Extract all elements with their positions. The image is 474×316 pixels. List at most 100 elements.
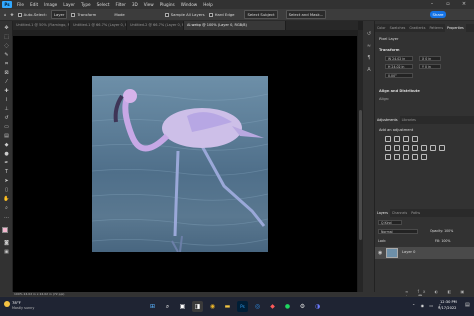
scrollbar-thumb[interactable] (359, 110, 362, 240)
zoom-tool-icon[interactable]: ⌕ (3, 205, 10, 211)
windows-start-icon[interactable]: ⊞ (147, 301, 158, 312)
crop-tool-icon[interactable]: ⌗ (3, 61, 10, 67)
x-field[interactable]: X 0 in (419, 56, 441, 61)
curves-icon[interactable] (403, 136, 409, 142)
menu-type[interactable]: Type (78, 2, 94, 7)
menu-image[interactable]: Image (41, 2, 60, 7)
tab-document-active[interactable]: AI.webp @ 100% (Layer 0, RGB/8) (184, 21, 286, 30)
selective-color-icon[interactable] (421, 154, 427, 160)
blur-tool-icon[interactable]: ◆ (3, 142, 10, 148)
dodge-tool-icon[interactable]: ● (3, 151, 10, 157)
history-icon[interactable]: ↺ (366, 31, 372, 37)
layer-dropdown[interactable]: Layer (50, 10, 68, 19)
exposure-icon[interactable] (412, 136, 418, 142)
menu-layer[interactable]: Layer (60, 2, 78, 7)
select-and-mask-button[interactable]: Select and Mask... (285, 10, 327, 19)
rectangle-tool-icon[interactable]: ▯ (3, 187, 10, 193)
width-field[interactable]: W 24.02 in (385, 56, 413, 61)
character-icon[interactable]: A (366, 67, 372, 73)
menu-edit[interactable]: Edit (27, 2, 41, 7)
color-balance-icon[interactable] (403, 145, 409, 151)
menu-plugins[interactable]: Plugins (157, 2, 178, 7)
foreground-color-swatch[interactable] (2, 227, 8, 233)
clock-time[interactable]: 12:30 PM (440, 300, 457, 304)
vibrance-icon[interactable] (385, 145, 391, 151)
brightness-contrast-icon[interactable] (385, 136, 391, 142)
notification-icon[interactable]: ▤ (465, 302, 470, 308)
visibility-eye-icon[interactable]: ◉ (378, 250, 382, 256)
quick-select-tool-icon[interactable]: ✎ (3, 52, 10, 58)
menu-file[interactable]: File (14, 2, 27, 7)
app-icon[interactable]: ◆ (267, 301, 278, 312)
history-brush-tool-icon[interactable]: ↺ (3, 115, 10, 121)
align-distribute-title[interactable]: Align and Distribute (379, 89, 420, 93)
levels-icon[interactable] (394, 136, 400, 142)
path-selection-tool-icon[interactable]: ➤ (3, 178, 10, 184)
file-explorer-icon[interactable]: ▬ (222, 301, 233, 312)
photo-filter-icon[interactable] (421, 145, 427, 151)
share-button[interactable]: Share (430, 11, 446, 18)
tab-color[interactable]: Color (375, 24, 388, 32)
menu-filter[interactable]: Filter (112, 2, 128, 7)
weather-icon[interactable] (4, 301, 10, 307)
tab-adjustments[interactable]: Adjustments (375, 116, 400, 124)
threshold-icon[interactable] (403, 154, 409, 160)
layer-row[interactable]: ◉ Layer 0 (375, 247, 474, 259)
menu-help[interactable]: Help (200, 2, 216, 7)
marquee-tool-icon[interactable]: ⬚ (3, 34, 10, 40)
auto-select-checkbox[interactable]: Auto-Select: (17, 12, 47, 17)
menu-select[interactable]: Select (94, 2, 113, 7)
hue-saturation-icon[interactable] (394, 145, 400, 151)
lasso-tool-icon[interactable]: ◌ (3, 43, 10, 49)
settings-gear-icon[interactable]: ⚙ (297, 301, 308, 312)
gradient-tool-icon[interactable]: ▤ (3, 133, 10, 139)
screen-mode-icon[interactable]: ▣ (3, 249, 10, 255)
search-icon[interactable]: ⌕ (162, 301, 173, 312)
y-field[interactable]: Y 0 in (419, 64, 441, 69)
eyedropper-tool-icon[interactable]: ⁄ (3, 79, 10, 85)
brush-tool-icon[interactable]: ⌇ (3, 97, 10, 103)
layer-kind-filter[interactable]: Q Kind (378, 220, 402, 225)
clock-date[interactable]: 9/17/2022 (438, 306, 456, 310)
tab-properties[interactable]: Properties (445, 24, 466, 32)
height-field[interactable]: H 24.02 in (385, 64, 413, 69)
home-icon[interactable]: ⌂ (4, 12, 6, 17)
pen-tool-icon[interactable]: ✒ (3, 160, 10, 166)
move-tool-icon[interactable]: ✥ (3, 25, 10, 31)
photoshop-taskbar-icon[interactable]: Ps (237, 301, 248, 312)
more-tools-icon[interactable]: … (3, 214, 10, 220)
chat-icon[interactable]: ◨ (192, 301, 203, 312)
minimize-icon[interactable]: – (424, 0, 440, 9)
select-subject-button[interactable]: Select Subject (244, 10, 278, 19)
menu-view[interactable]: View (141, 2, 157, 7)
hand-tool-icon[interactable]: ✋ (3, 196, 10, 202)
edge-icon[interactable]: ◎ (252, 301, 263, 312)
flamingo-image[interactable] (92, 76, 268, 252)
tab-document-3[interactable]: Untitled-2 @ 66.7% (Layer 0, RGB/8) (127, 21, 184, 30)
brush-settings-icon[interactable]: ≈ (366, 43, 372, 49)
menu-window[interactable]: Window (178, 2, 201, 7)
tab-libraries[interactable]: Libraries (400, 116, 418, 124)
clone-stamp-tool-icon[interactable]: ⊥ (3, 106, 10, 112)
fill-field[interactable]: Fill: 100% (435, 239, 450, 243)
hard-edge-checkbox[interactable]: Hard Edge (208, 12, 234, 17)
type-tool-icon[interactable]: T (3, 169, 10, 175)
tab-document-2[interactable]: Untitled-1 @ 66.7% (Layer 0, RGB/8) (70, 21, 127, 30)
tab-gradients[interactable]: Gradients (407, 24, 427, 32)
tab-channels[interactable]: Channels (390, 209, 409, 217)
close-icon[interactable]: × (456, 0, 472, 9)
maximize-icon[interactable]: ▫ (440, 0, 456, 9)
tab-layers[interactable]: Layers (375, 209, 390, 217)
chrome-icon[interactable]: ◉ (207, 301, 218, 312)
tab-document-1[interactable]: Untitled-1 @ 50% (Flamingo, RGB/8) (13, 21, 70, 30)
menu-3d[interactable]: 3D (129, 2, 141, 7)
layer-name[interactable]: Layer 0 (402, 250, 415, 254)
spotify-icon[interactable]: ● (282, 301, 293, 312)
tab-patterns[interactable]: Patterns (427, 24, 445, 32)
opacity-field[interactable]: Opacity: 100% (430, 229, 453, 233)
sample-all-layers-checkbox[interactable]: Sample All Layers (164, 12, 205, 17)
transform-section-title[interactable]: Transform (379, 48, 400, 52)
task-view-icon[interactable]: ▣ (177, 301, 188, 312)
quick-mask-icon[interactable]: ◙ (3, 240, 10, 246)
posterize-icon[interactable] (394, 154, 400, 160)
